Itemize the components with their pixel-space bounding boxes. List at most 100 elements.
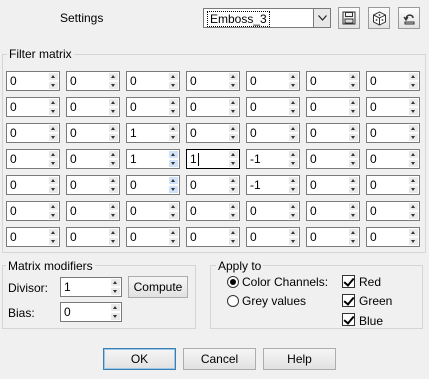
spinner-arrows[interactable]	[349, 99, 358, 115]
matrix-cell-r5-c4[interactable]: 0	[186, 175, 240, 195]
spinner-arrows[interactable]	[229, 73, 238, 89]
matrix-cell-r5-c6[interactable]: 0	[306, 175, 360, 195]
divisor-spinner[interactable]: 1	[60, 277, 122, 297]
matrix-cell-r4-c3[interactable]: 1	[126, 149, 180, 169]
spinner-arrows[interactable]	[109, 99, 118, 115]
matrix-cell-r6-c2[interactable]: 0	[66, 201, 120, 221]
matrix-cell-r6-c7[interactable]: 0	[366, 201, 420, 221]
matrix-cell-r2-c5[interactable]: 0	[246, 97, 300, 117]
matrix-cell-r2-c6[interactable]: 0	[306, 97, 360, 117]
spinner-arrows[interactable]	[349, 203, 358, 219]
spinner-arrows[interactable]	[289, 177, 298, 193]
matrix-cell-r3-c5[interactable]: 0	[246, 123, 300, 143]
spinner-arrows[interactable]	[349, 151, 358, 167]
spinner-arrows[interactable]	[289, 99, 298, 115]
spinner-arrows[interactable]	[229, 203, 238, 219]
matrix-cell-r4-c5[interactable]: -1	[246, 149, 300, 169]
matrix-cell-r7-c2[interactable]: 0	[66, 227, 120, 247]
spinner-arrows[interactable]	[289, 203, 298, 219]
matrix-cell-r1-c1[interactable]: 0	[6, 71, 60, 91]
matrix-cell-r4-c2[interactable]: 0	[66, 149, 120, 169]
spinner-arrows[interactable]	[229, 177, 238, 193]
matrix-cell-r3-c3[interactable]: 1	[126, 123, 180, 143]
matrix-cell-r7-c3[interactable]: 0	[126, 227, 180, 247]
spinner-arrows[interactable]	[409, 229, 418, 245]
matrix-cell-r7-c1[interactable]: 0	[6, 227, 60, 247]
matrix-cell-r3-c1[interactable]: 0	[6, 123, 60, 143]
matrix-cell-r3-c2[interactable]: 0	[66, 123, 120, 143]
spinner-arrows[interactable]	[49, 177, 58, 193]
matrix-cell-r5-c3[interactable]: 0	[126, 175, 180, 195]
matrix-cell-r1-c2[interactable]: 0	[66, 71, 120, 91]
matrix-cell-r6-c6[interactable]: 0	[306, 201, 360, 221]
matrix-cell-r3-c6[interactable]: 0	[306, 123, 360, 143]
spinner-arrows[interactable]	[409, 99, 418, 115]
matrix-cell-r3-c4[interactable]: 0	[186, 123, 240, 143]
spinner-arrows[interactable]	[169, 177, 178, 193]
matrix-cell-r1-c5[interactable]: 0	[246, 71, 300, 91]
spinner-arrows[interactable]	[349, 229, 358, 245]
matrix-cell-r7-c4[interactable]: 0	[186, 227, 240, 247]
spinner-arrows[interactable]	[109, 177, 118, 193]
spinner-arrows[interactable]	[409, 203, 418, 219]
spinner-arrows[interactable]	[289, 73, 298, 89]
bias-spinner[interactable]: 0	[60, 302, 122, 322]
spinner-arrows[interactable]	[109, 203, 118, 219]
green-checkbox[interactable]	[342, 294, 355, 307]
matrix-cell-r1-c7[interactable]: 0	[366, 71, 420, 91]
ok-button[interactable]: OK	[103, 348, 176, 370]
spinner-arrows[interactable]	[349, 73, 358, 89]
spinner-arrows[interactable]	[289, 151, 298, 167]
spinner-arrows[interactable]	[229, 99, 238, 115]
spinner-arrows[interactable]	[409, 151, 418, 167]
matrix-cell-r4-c1[interactable]: 0	[6, 149, 60, 169]
matrix-cell-r6-c1[interactable]: 0	[6, 201, 60, 221]
matrix-cell-r6-c4[interactable]: 0	[186, 201, 240, 221]
color-channels-radio[interactable]	[227, 276, 239, 288]
matrix-cell-r4-c4[interactable]: 1	[186, 149, 240, 169]
spinner-arrows[interactable]	[229, 151, 238, 167]
chevron-down-icon[interactable]	[313, 9, 330, 27]
spinner-arrows[interactable]	[409, 177, 418, 193]
matrix-cell-r7-c5[interactable]: 0	[246, 227, 300, 247]
matrix-cell-r5-c1[interactable]: 0	[6, 175, 60, 195]
matrix-cell-r2-c4[interactable]: 0	[186, 97, 240, 117]
matrix-cell-r7-c6[interactable]: 0	[306, 227, 360, 247]
spinner-arrows[interactable]	[111, 304, 120, 320]
spinner-arrows[interactable]	[169, 73, 178, 89]
matrix-cell-r2-c2[interactable]: 0	[66, 97, 120, 117]
spinner-arrows[interactable]	[109, 73, 118, 89]
reset-button[interactable]	[398, 7, 420, 29]
cancel-button[interactable]: Cancel	[183, 348, 256, 370]
matrix-cell-r4-c6[interactable]: 0	[306, 149, 360, 169]
matrix-cell-r2-c7[interactable]: 0	[366, 97, 420, 117]
spinner-arrows[interactable]	[49, 99, 58, 115]
matrix-cell-r3-c7[interactable]: 0	[366, 123, 420, 143]
matrix-cell-r6-c5[interactable]: 0	[246, 201, 300, 221]
spinner-arrows[interactable]	[109, 151, 118, 167]
spinner-arrows[interactable]	[49, 125, 58, 141]
save-preset-button[interactable]	[338, 7, 360, 29]
matrix-cell-r5-c7[interactable]: 0	[366, 175, 420, 195]
spinner-arrows[interactable]	[169, 125, 178, 141]
spinner-arrows[interactable]	[49, 203, 58, 219]
spinner-arrows[interactable]	[229, 125, 238, 141]
spinner-arrows[interactable]	[109, 125, 118, 141]
spinner-arrows[interactable]	[409, 73, 418, 89]
matrix-cell-r1-c4[interactable]: 0	[186, 71, 240, 91]
blue-checkbox[interactable]	[342, 313, 355, 326]
help-button[interactable]: Help	[263, 348, 336, 370]
spinner-arrows[interactable]	[289, 125, 298, 141]
matrix-cell-r2-c1[interactable]: 0	[6, 97, 60, 117]
matrix-cell-r1-c3[interactable]: 0	[126, 71, 180, 91]
randomize-button[interactable]	[368, 7, 390, 29]
matrix-cell-r5-c5[interactable]: -1	[246, 175, 300, 195]
matrix-cell-r4-c7[interactable]: 0	[366, 149, 420, 169]
spinner-arrows[interactable]	[49, 229, 58, 245]
matrix-cell-r7-c7[interactable]: 0	[366, 227, 420, 247]
spinner-arrows[interactable]	[349, 177, 358, 193]
spinner-arrows[interactable]	[49, 73, 58, 89]
matrix-cell-r1-c6[interactable]: 0	[306, 71, 360, 91]
spinner-arrows[interactable]	[169, 229, 178, 245]
spinner-arrows[interactable]	[289, 229, 298, 245]
